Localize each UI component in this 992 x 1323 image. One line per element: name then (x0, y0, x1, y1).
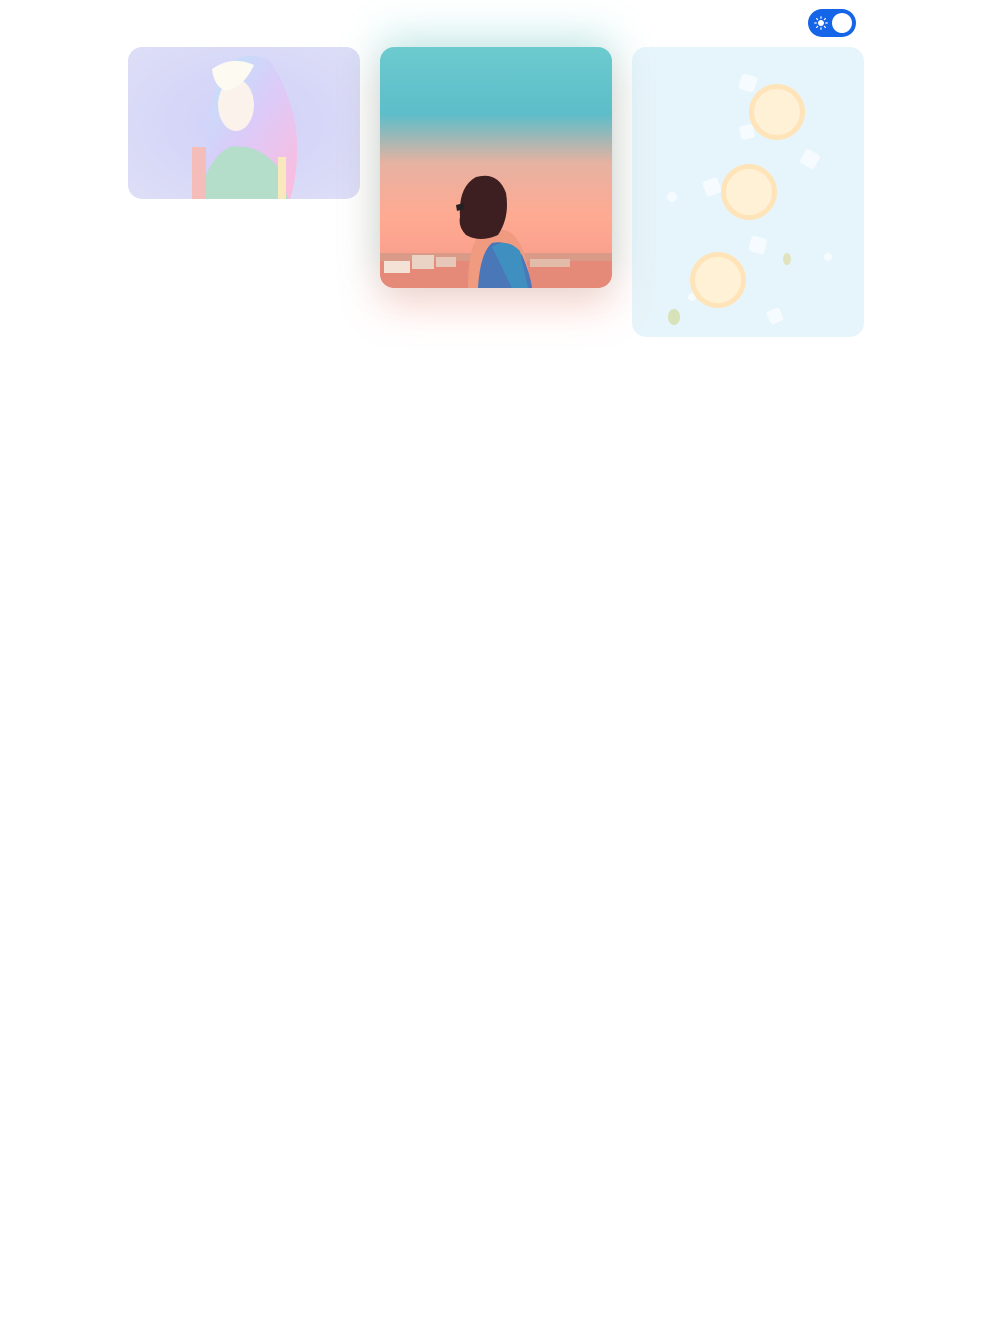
gallery-card-lemons-photo[interactable] (632, 47, 864, 337)
sun-icon (814, 16, 828, 30)
headscarf-photo (128, 47, 360, 199)
gallery-card-sunset-photo[interactable] (380, 47, 612, 288)
gallery-card-headscarf-photo[interactable] (128, 47, 360, 199)
page (0, 0, 992, 1323)
toggle-knob (832, 13, 852, 33)
sunset-photo (380, 47, 612, 288)
theme-toggle[interactable] (808, 9, 856, 37)
lemons-photo (632, 47, 864, 337)
